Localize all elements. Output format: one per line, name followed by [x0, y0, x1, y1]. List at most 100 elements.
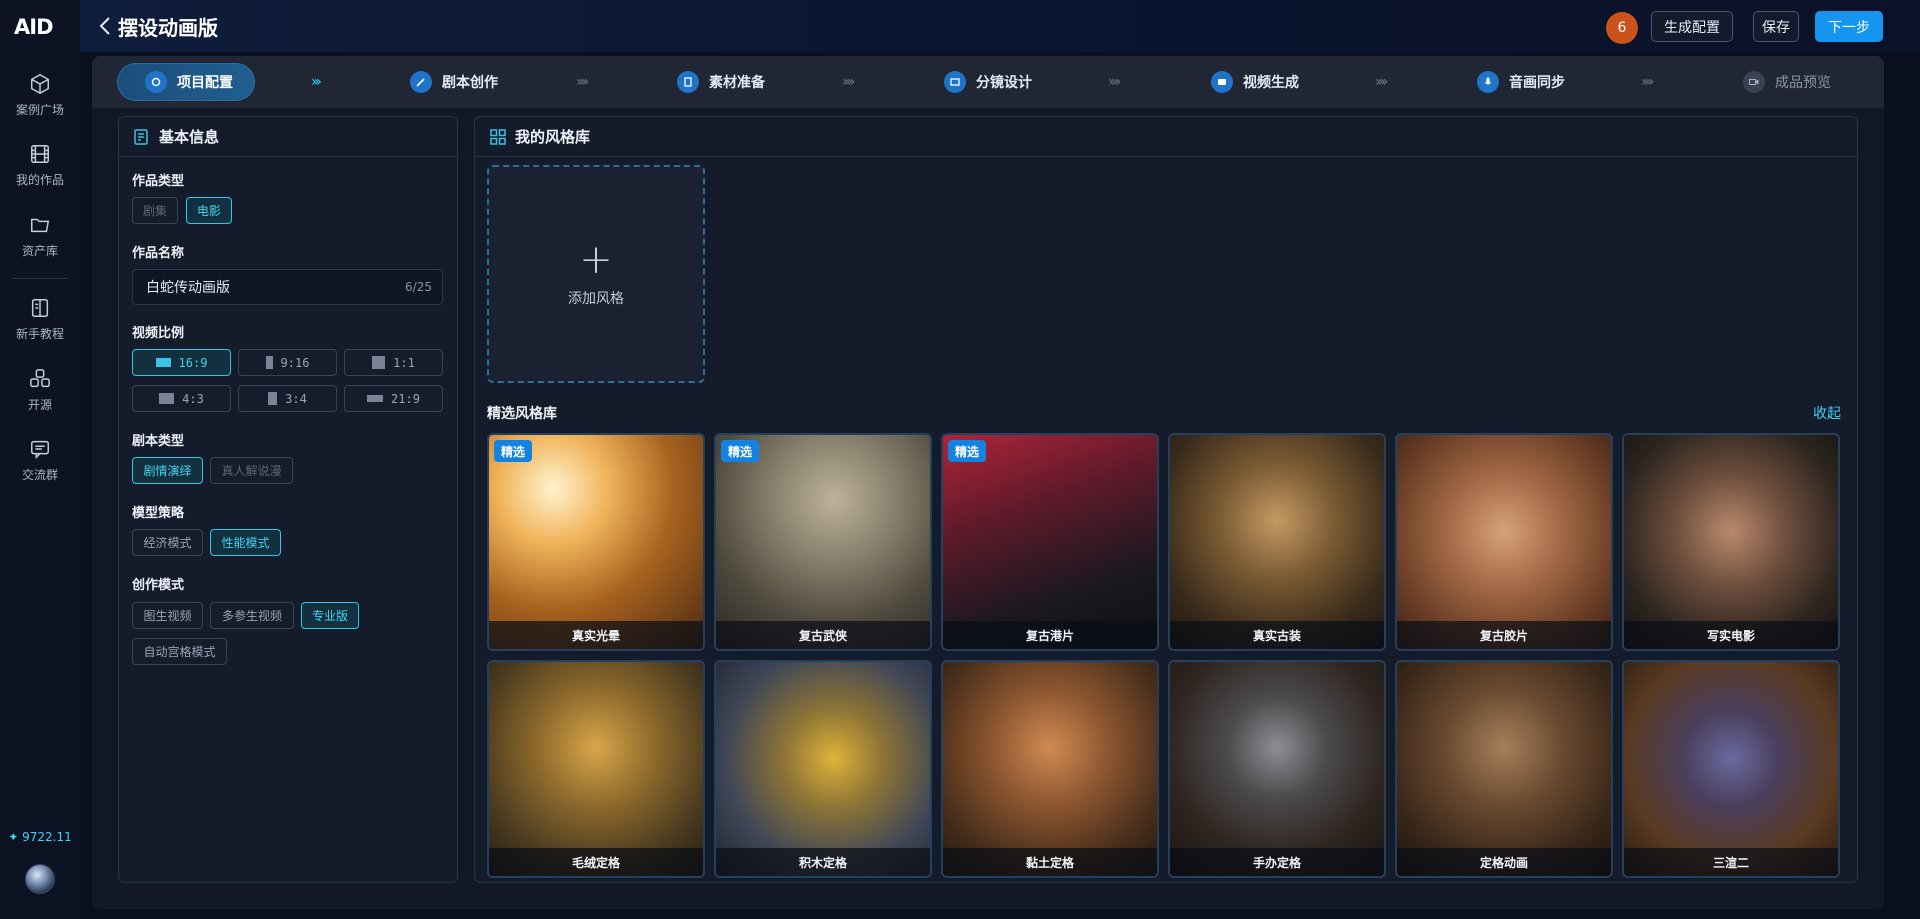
style-card-label: 写实电影: [1624, 621, 1838, 649]
step-label: 素材准备: [709, 75, 765, 91]
rail-divider: [12, 278, 68, 279]
style-card-retro-hk-film[interactable]: 精选 复古港片: [941, 433, 1159, 651]
featured-tag: 精选: [948, 440, 987, 462]
ratio-label: 4:3: [182, 391, 204, 406]
ratio-square-icon: [372, 356, 386, 369]
step-final-preview[interactable]: 成品预览: [1743, 63, 1831, 101]
ratio-wide-icon: [367, 395, 384, 402]
top-bar: [80, 0, 1920, 52]
rail-item-tutorial[interactable]: 新手教程: [0, 297, 80, 353]
work-type-label: 作品类型: [132, 174, 185, 189]
rail-item-label: 我的作品: [15, 173, 64, 187]
style-card-brick-stopmotion[interactable]: 积木定格: [714, 660, 932, 878]
step-video-generation[interactable]: 视频生成: [1211, 63, 1299, 101]
document-icon: [677, 71, 699, 93]
rail-item-label: 资产库: [21, 244, 58, 258]
step-arrows: ››››: [842, 74, 856, 90]
style-card-retro-film[interactable]: 复古胶片: [1395, 433, 1613, 651]
work-name-input[interactable]: 白蛇传动画版 6/25: [132, 269, 443, 305]
back-arrow-icon[interactable]: [96, 14, 114, 38]
style-card-cel-shading[interactable]: 三渲二: [1622, 660, 1840, 878]
style-thumbnail: [716, 435, 930, 649]
step-materials[interactable]: 素材准备: [677, 63, 765, 101]
step-label: 成品预览: [1775, 75, 1831, 91]
storyboard-icon: [944, 71, 966, 93]
style-card-real-halo[interactable]: 精选 真实光晕: [487, 433, 705, 651]
edit-document-icon: [134, 128, 148, 145]
style-thumbnail: [489, 435, 703, 649]
work-type-movie-option[interactable]: 电影: [186, 197, 232, 224]
basic-info-header: 基本信息: [119, 117, 457, 157]
credit-value: 9722.11: [22, 830, 72, 844]
ratio-16-9-option[interactable]: 16:9: [132, 349, 231, 376]
auto-grid-mode-option[interactable]: 自动宫格模式: [132, 638, 227, 665]
style-thumbnail: [1624, 435, 1838, 649]
script-type-label: 剧本类型: [132, 434, 185, 449]
rail-item-label: 交流群: [21, 468, 58, 482]
style-card-stopmotion-animation[interactable]: 定格动画: [1395, 660, 1613, 878]
rail-item-community[interactable]: 交流群: [0, 438, 80, 494]
style-card-real-costume[interactable]: 真实古装: [1168, 433, 1386, 651]
add-style-card[interactable]: + 添加风格: [487, 165, 705, 383]
ratio-4-3-option[interactable]: 4:3: [132, 385, 231, 412]
creation-mode-label: 创作模式: [132, 578, 185, 593]
ratio-21-9-option[interactable]: 21:9: [344, 385, 443, 412]
basic-info-panel: 基本信息: [118, 116, 458, 883]
script-type-drama-option[interactable]: 剧情演绎: [132, 457, 203, 484]
video-icon: [1211, 71, 1233, 93]
app-logo[interactable]: AID: [14, 14, 66, 38]
collapse-link[interactable]: 收起: [1813, 403, 1841, 423]
style-card-plush-stopmotion[interactable]: 毛绒定格: [487, 660, 705, 878]
style-card-label: 复古武侠: [716, 621, 930, 649]
style-thumbnail: [1397, 435, 1611, 649]
user-avatar[interactable]: [25, 864, 55, 894]
multi-reference-video-option[interactable]: 多参生视频: [210, 602, 294, 629]
style-thumbnail: [943, 662, 1157, 876]
ratio-label: 21:9: [391, 391, 420, 406]
style-card-label: 三渲二: [1624, 848, 1838, 876]
save-button[interactable]: 保存: [1753, 11, 1799, 42]
professional-option[interactable]: 专业版: [301, 602, 359, 629]
rail-item-open-source[interactable]: 开源: [0, 368, 80, 424]
rail-item-asset-library[interactable]: 资产库: [0, 214, 80, 270]
style-card-label: 毛绒定格: [489, 848, 703, 876]
style-card-figure-stopmotion[interactable]: 手办定格: [1168, 660, 1386, 878]
rail-item-case-square[interactable]: 案例广场: [0, 73, 80, 129]
style-card-label: 真实光晕: [489, 621, 703, 649]
script-type-narration-option[interactable]: 真人解说漫: [210, 457, 293, 484]
char-counter: 6/25: [405, 280, 432, 294]
cube-icon: [31, 73, 49, 95]
notification-badge[interactable]: 6: [1606, 12, 1638, 44]
ratio-label: 9:16: [280, 355, 310, 370]
style-card-retro-wuxia[interactable]: 精选 复古武侠: [714, 433, 932, 651]
work-type-series-option[interactable]: 剧集: [132, 197, 178, 224]
rail-item-label: 案例广场: [15, 103, 64, 117]
image-to-video-option[interactable]: 图生视频: [132, 602, 203, 629]
step-audio-sync[interactable]: 音画同步: [1477, 63, 1565, 101]
ratio-9-16-option[interactable]: 9:16: [238, 349, 337, 376]
credit-balance: ✦ 9722.11: [0, 830, 80, 844]
pen-icon: [410, 71, 432, 93]
model-strategy-label: 模型策略: [132, 506, 185, 521]
ratio-label: 16:9: [178, 355, 208, 370]
economy-mode-option[interactable]: 经济模式: [132, 529, 203, 556]
ratio-1-1-option[interactable]: 1:1: [344, 349, 443, 376]
style-thumbnail: [1170, 662, 1384, 876]
nodes-icon: [30, 369, 50, 388]
camera-icon: [1743, 71, 1765, 93]
add-style-label: 添加风格: [568, 291, 624, 307]
step-storyboard[interactable]: 分镜设计: [944, 63, 1032, 101]
step-arrows: ››››: [576, 74, 590, 90]
step-script[interactable]: 剧本创作: [410, 63, 498, 101]
rail-item-my-works[interactable]: 我的作品: [0, 143, 80, 199]
step-project-config[interactable]: 项目配置: [117, 63, 255, 101]
generate-config-button[interactable]: 生成配置: [1651, 11, 1733, 42]
step-label: 分镜设计: [976, 75, 1032, 91]
featured-library-title: 精选风格库: [487, 406, 557, 422]
performance-mode-option[interactable]: 性能模式: [210, 529, 281, 556]
next-step-button[interactable]: 下一步: [1815, 11, 1883, 42]
ratio-portrait-icon: [268, 392, 278, 405]
style-card-clay-stopmotion[interactable]: 黏土定格: [941, 660, 1159, 878]
ratio-3-4-option[interactable]: 3:4: [238, 385, 337, 412]
style-card-realistic-cinema[interactable]: 写实电影: [1622, 433, 1840, 651]
